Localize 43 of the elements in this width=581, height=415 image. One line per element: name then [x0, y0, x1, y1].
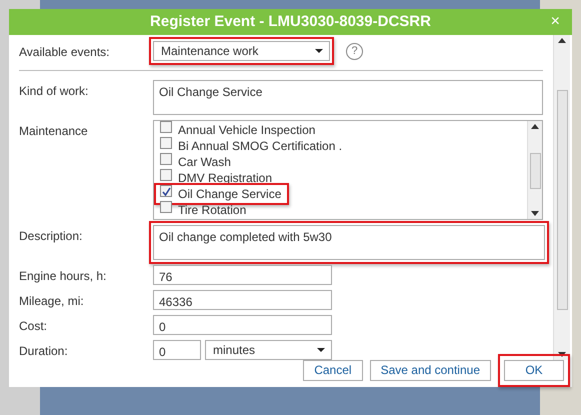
checkbox-label: DMV Registration: [178, 170, 272, 187]
up-arrow-icon: [531, 124, 539, 129]
down-arrow-icon: [558, 352, 566, 357]
checkbox[interactable]: [160, 201, 172, 213]
scrollbar-thumb[interactable]: [556, 90, 568, 310]
field-label: Maintenance: [19, 123, 89, 140]
dialog-button[interactable]: Cancel: [303, 360, 363, 381]
input-field[interactable]: 46336: [153, 290, 332, 310]
input-field[interactable]: 0: [153, 340, 201, 360]
text-area[interactable]: Oil Change Service: [153, 80, 543, 115]
scrollbar[interactable]: [527, 121, 542, 219]
dialog-title: Register Event - LMU3030-8039-DCSRR: [150, 12, 431, 32]
help-icon[interactable]: ?: [346, 43, 363, 60]
field-label: Duration:: [19, 343, 69, 360]
input-field[interactable]: 76: [153, 265, 332, 285]
field-label: Mileage, mi:: [19, 293, 85, 310]
checkbox-label: Oil Change Service: [178, 186, 282, 203]
dropdown[interactable]: minutes: [205, 340, 332, 360]
dropdown[interactable]: Maintenance work: [153, 41, 330, 61]
checkbox[interactable]: [160, 153, 172, 165]
checkbox-label: Bi Annual SMOG Certification .: [178, 138, 342, 155]
field-label: Available events:: [19, 44, 111, 61]
field-label: Engine hours, h:: [19, 268, 108, 285]
scrollbar-thumb[interactable]: [530, 153, 540, 189]
down-arrow-icon: [531, 211, 539, 216]
checkbox-label: Annual Vehicle Inspection: [178, 122, 316, 139]
field-label: Kind of work:: [19, 83, 90, 100]
up-arrow-icon: [558, 38, 566, 43]
checkbox-label: Car Wash: [178, 154, 231, 171]
checkbox-label: Tire Rotation: [178, 202, 246, 219]
input-field[interactable]: 0: [153, 315, 332, 335]
caret-icon: [315, 49, 323, 53]
text-area[interactable]: Oil change completed with 5w30: [153, 225, 545, 260]
caret-icon: [317, 348, 325, 352]
field-label: Description:: [19, 228, 84, 245]
dialog-button[interactable]: OK: [504, 360, 564, 381]
checkbox[interactable]: [160, 169, 172, 181]
checkbox[interactable]: [160, 185, 172, 197]
checkbox[interactable]: [160, 121, 172, 133]
checkbox[interactable]: [160, 137, 172, 149]
dialog-button[interactable]: Save and continue: [370, 360, 491, 381]
field-label: Cost:: [19, 318, 48, 335]
scrollbar[interactable]: [553, 35, 570, 360]
